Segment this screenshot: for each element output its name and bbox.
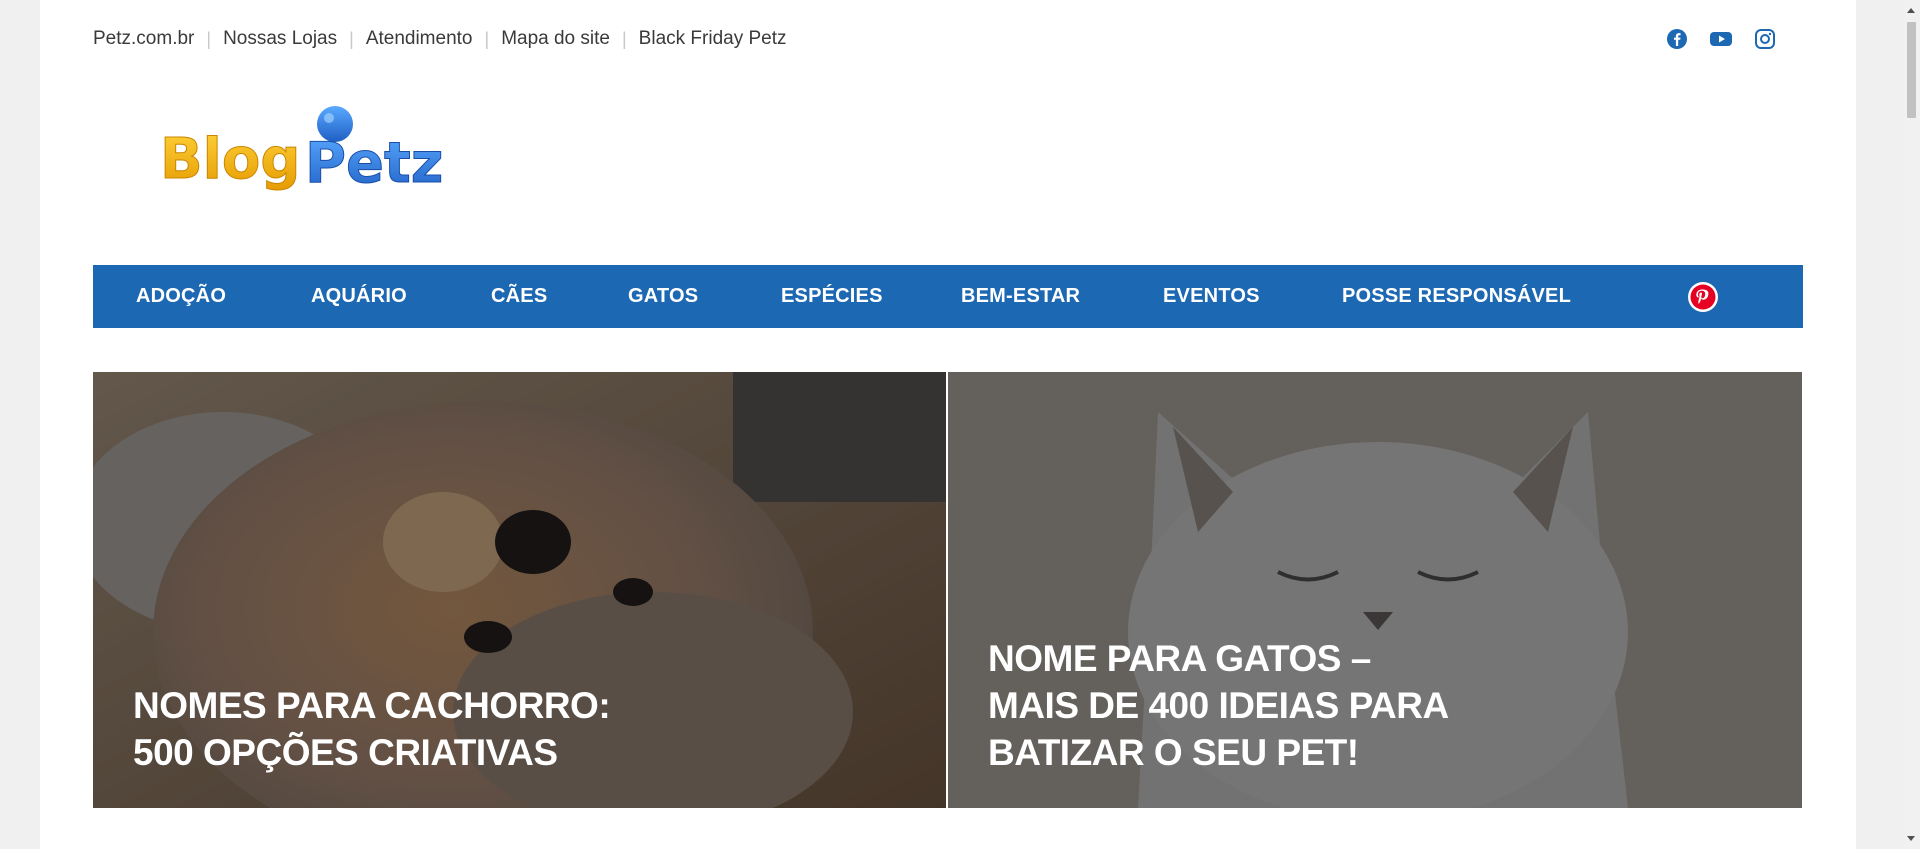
link-sitemap[interactable]: Mapa do site [501,28,610,50]
nav-item-especies[interactable]: ESPÉCIES [781,285,883,308]
youtube-icon[interactable] [1710,28,1732,50]
blog-petz-logo[interactable]: Blog Petz [120,100,450,210]
separator: | [349,28,354,49]
svg-text:Petz: Petz [305,131,443,196]
nav-item-eventos[interactable]: EVENTOS [1163,285,1260,308]
separator: | [206,28,212,49]
nav-item-adocao[interactable]: ADOÇÃO [136,285,226,308]
separator: | [621,28,627,49]
scroll-up-arrow-icon[interactable] [1907,8,1915,13]
post-title[interactable]: NOME PARA GATOS – MAIS DE 400 IDEIAS PAR… [988,635,1449,776]
post-title[interactable]: NOMES PARA CACHORRO: 500 OPÇÕES CRIATIVA… [133,682,611,776]
nav-item-caes[interactable]: CÃES [491,285,547,308]
facebook-icon[interactable] [1666,28,1688,50]
instagram-icon[interactable] [1754,28,1776,50]
scroll-down-arrow-icon[interactable] [1907,836,1915,841]
link-stores[interactable]: Nossas Lojas [223,28,337,50]
scrollbar-thumb[interactable] [1907,22,1916,118]
featured-post-cat-names[interactable]: NOME PARA GATOS – MAIS DE 400 IDEIAS PAR… [948,372,1802,808]
link-black-friday[interactable]: Black Friday Petz [639,28,787,50]
separator: | [484,28,490,49]
nav-item-gatos[interactable]: GATOS [628,285,698,308]
top-links-bar: Petz.com.br | Nossas Lojas | Atendimento… [93,28,787,50]
vertical-scrollbar[interactable] [1903,0,1920,849]
featured-post-dog-names[interactable]: NOMES PARA CACHORRO: 500 OPÇÕES CRIATIVA… [93,372,946,808]
social-links [1666,28,1776,50]
main-navigation: ADOÇÃO AQUÁRIO CÃES GATOS ESPÉCIES BEM-E… [93,265,1803,328]
pinterest-icon[interactable] [1687,281,1719,313]
link-support[interactable]: Atendimento [366,28,473,50]
page: Petz.com.br | Nossas Lojas | Atendimento… [40,0,1856,849]
nav-item-aquario[interactable]: AQUÁRIO [311,285,407,308]
nav-item-posse-responsavel[interactable]: POSSE RESPONSÁVEL [1342,285,1571,308]
nav-item-bem-estar[interactable]: BEM-ESTAR [961,285,1080,308]
svg-text:Blog: Blog [160,127,300,192]
link-petz-site[interactable]: Petz.com.br [93,28,194,50]
